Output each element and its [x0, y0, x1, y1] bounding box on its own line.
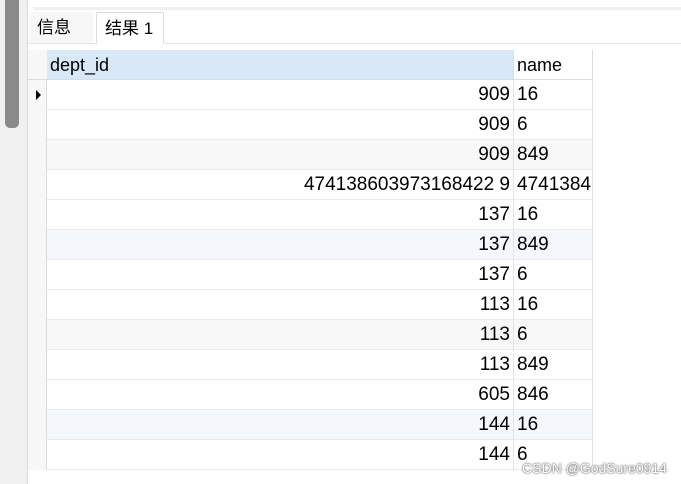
cell-name[interactable]: 849 [514, 140, 593, 170]
cell-dept-id[interactable]: 113 [47, 350, 514, 380]
table-row[interactable]: 474138603973168422 9 4741384 [28, 170, 593, 200]
cell-dept-id[interactable]: 144 [47, 410, 514, 440]
cell-dept-id[interactable]: 113 [47, 290, 514, 320]
row-selector[interactable] [28, 350, 47, 380]
table-row[interactable]: 113 6 [28, 320, 593, 350]
editor-gutter [0, 0, 28, 484]
row-selector[interactable] [28, 110, 47, 140]
cell-dept-id[interactable]: 137 [47, 260, 514, 290]
cell-name[interactable]: 4741384 [514, 170, 593, 200]
cell-name[interactable]: 16 [514, 290, 593, 320]
grid-corner [28, 50, 47, 80]
table-row[interactable]: 909 849 [28, 140, 593, 170]
row-selector[interactable] [28, 320, 47, 350]
table-row[interactable]: 113 849 [28, 350, 593, 380]
row-selector[interactable] [28, 440, 47, 470]
grid-body: 909 16 909 6 909 849 474138603973168422 9 47413… [28, 80, 593, 470]
cell-name[interactable]: 16 [514, 200, 593, 230]
table-row[interactable]: 137 16 [28, 200, 593, 230]
tab-result-1[interactable]: 结果 1 [96, 12, 164, 44]
row-selector[interactable] [28, 410, 47, 440]
cell-dept-id[interactable]: 137 [47, 230, 514, 260]
row-selector[interactable] [28, 140, 47, 170]
cell-dept-id[interactable]: 909 [47, 140, 514, 170]
row-selector[interactable] [28, 290, 47, 320]
cell-name[interactable]: 16 [514, 80, 593, 110]
cell-name[interactable]: 6 [514, 260, 593, 290]
result-tabbar: 信息 结果 1 [28, 12, 681, 44]
cell-dept-id[interactable]: 144 [47, 440, 514, 470]
cell-name[interactable]: 16 [514, 410, 593, 440]
cell-dept-id[interactable]: 605 [47, 380, 514, 410]
column-header-name[interactable]: name [514, 50, 593, 80]
cell-dept-id[interactable]: 137 [47, 200, 514, 230]
row-selector[interactable] [28, 380, 47, 410]
cell-name[interactable]: 846 [514, 380, 593, 410]
cell-name[interactable]: 6 [514, 110, 593, 140]
grid-header: dept_id name [28, 50, 593, 80]
table-row[interactable]: 113 16 [28, 290, 593, 320]
cell-dept-id[interactable]: 113 [47, 320, 514, 350]
table-row[interactable]: 137 6 [28, 260, 593, 290]
current-row-pointer-icon [36, 90, 41, 100]
top-strip [28, 0, 681, 12]
table-row[interactable]: 137 849 [28, 230, 593, 260]
horizontal-scrollbar[interactable] [33, 7, 681, 10]
query-result-window: 信息 结果 1 dept_id name 909 16 909 6 909 849 4741… [0, 0, 681, 484]
table-row[interactable]: 144 16 [28, 410, 593, 440]
row-selector[interactable] [28, 170, 47, 200]
cell-dept-id[interactable]: 909 [47, 80, 514, 110]
cell-dept-id[interactable]: 474138603973168422 9 [47, 170, 514, 200]
cell-name[interactable]: 6 [514, 320, 593, 350]
row-selector[interactable] [28, 80, 47, 110]
watermark: CSDN @GodSure0914 [522, 460, 667, 476]
row-selector[interactable] [28, 260, 47, 290]
vertical-scrollbar-thumb[interactable] [5, 0, 19, 128]
table-row[interactable]: 909 6 [28, 110, 593, 140]
table-row[interactable]: 605 846 [28, 380, 593, 410]
table-row[interactable]: 144 6 [28, 440, 593, 470]
tab-info[interactable]: 信息 [29, 12, 93, 44]
table-row[interactable]: 909 16 [28, 80, 593, 110]
cell-name[interactable]: 849 [514, 350, 593, 380]
row-selector[interactable] [28, 200, 47, 230]
cell-dept-id[interactable]: 909 [47, 110, 514, 140]
cell-name[interactable]: 849 [514, 230, 593, 260]
result-grid: dept_id name 909 16 909 6 909 849 474138603973… [28, 50, 593, 470]
row-selector[interactable] [28, 230, 47, 260]
column-header-dept-id[interactable]: dept_id [47, 50, 514, 80]
